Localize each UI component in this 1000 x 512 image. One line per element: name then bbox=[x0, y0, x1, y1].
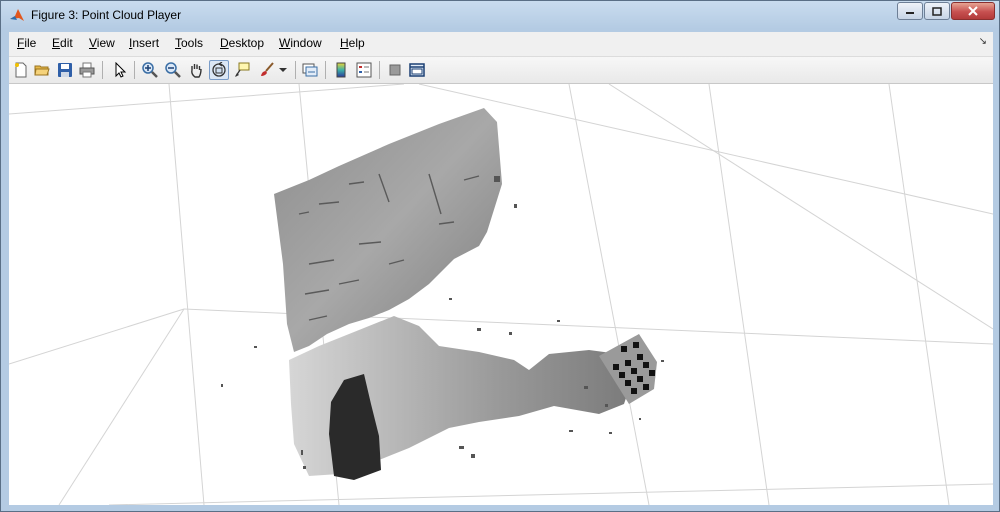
pan-button[interactable] bbox=[186, 60, 206, 80]
brush-icon bbox=[261, 62, 274, 76]
hand-icon bbox=[191, 64, 202, 78]
new-file-icon bbox=[15, 62, 27, 78]
hide-plot-tools-icon bbox=[389, 64, 401, 76]
link-plot-icon bbox=[302, 63, 318, 77]
folder-open-icon bbox=[34, 65, 50, 76]
edit-plot-button[interactable] bbox=[110, 60, 130, 80]
zoom-out-button[interactable] bbox=[163, 60, 183, 80]
menu-insert[interactable]: Insert bbox=[129, 36, 159, 50]
data-cursor-button[interactable] bbox=[232, 60, 252, 80]
close-button[interactable] bbox=[951, 2, 995, 20]
window-title: Figure 3: Point Cloud Player bbox=[31, 8, 182, 22]
insert-colorbar-button[interactable] bbox=[331, 60, 351, 80]
minimize-icon bbox=[906, 12, 914, 14]
hide-plot-tools-button[interactable] bbox=[385, 60, 405, 80]
rotate-3d-icon bbox=[212, 62, 226, 77]
insert-legend-button[interactable] bbox=[354, 60, 374, 80]
brush-dropdown[interactable] bbox=[277, 60, 289, 80]
dock-figure-icon[interactable]: ↘ bbox=[979, 36, 987, 47]
window-controls bbox=[896, 2, 995, 20]
figure-window: Figure 3: Point Cloud Player File Edit V… bbox=[0, 0, 1000, 512]
figure-canvas[interactable] bbox=[9, 84, 993, 505]
toolbar-separator bbox=[379, 61, 380, 79]
brush-button[interactable] bbox=[257, 60, 277, 80]
menu-edit[interactable]: Edit bbox=[52, 36, 73, 50]
matlab-logo-icon bbox=[10, 9, 24, 21]
print-figure-button[interactable] bbox=[77, 60, 97, 80]
toolbar-separator bbox=[134, 61, 135, 79]
link-plot-button[interactable] bbox=[300, 60, 320, 80]
printer-icon bbox=[79, 62, 95, 78]
maximize-button[interactable] bbox=[924, 2, 950, 20]
colorbar-icon bbox=[336, 62, 346, 78]
toolbar-separator bbox=[325, 61, 326, 79]
menu-file[interactable]: File bbox=[17, 36, 36, 50]
figure-toolbar bbox=[9, 57, 993, 84]
toolbar-separator bbox=[295, 61, 296, 79]
open-file-button[interactable] bbox=[32, 60, 52, 80]
title-bar[interactable]: Figure 3: Point Cloud Player bbox=[1, 1, 999, 29]
save-icon bbox=[58, 63, 72, 77]
pointer-icon bbox=[115, 62, 127, 78]
axes-grid bbox=[9, 84, 993, 505]
menu-view[interactable]: View bbox=[89, 36, 115, 50]
show-plot-tools-icon bbox=[409, 63, 425, 77]
zoom-in-icon bbox=[142, 62, 158, 78]
minimize-button[interactable] bbox=[897, 2, 923, 20]
menu-window[interactable]: Window bbox=[279, 36, 322, 50]
menu-bar: File Edit View Insert Tools Desktop Wind… bbox=[9, 32, 993, 57]
data-cursor-icon bbox=[235, 62, 250, 77]
maximize-icon bbox=[932, 6, 942, 16]
show-plot-tools-button[interactable] bbox=[407, 60, 427, 80]
wall-surface bbox=[274, 108, 502, 352]
save-figure-button[interactable] bbox=[55, 60, 75, 80]
point-cloud bbox=[221, 108, 664, 480]
legend-icon bbox=[356, 62, 372, 78]
zoom-in-button[interactable] bbox=[140, 60, 160, 80]
point-cloud-axes[interactable] bbox=[9, 84, 993, 505]
menu-desktop[interactable]: Desktop bbox=[220, 36, 264, 50]
new-figure-button[interactable] bbox=[11, 60, 31, 80]
menu-help[interactable]: Help bbox=[340, 36, 365, 50]
toolbar-separator bbox=[102, 61, 103, 79]
close-icon bbox=[968, 6, 978, 16]
menu-tools[interactable]: Tools bbox=[175, 36, 203, 50]
zoom-out-icon bbox=[165, 62, 181, 78]
rotate-3d-button[interactable] bbox=[209, 60, 229, 80]
chevron-down-icon bbox=[279, 68, 287, 72]
